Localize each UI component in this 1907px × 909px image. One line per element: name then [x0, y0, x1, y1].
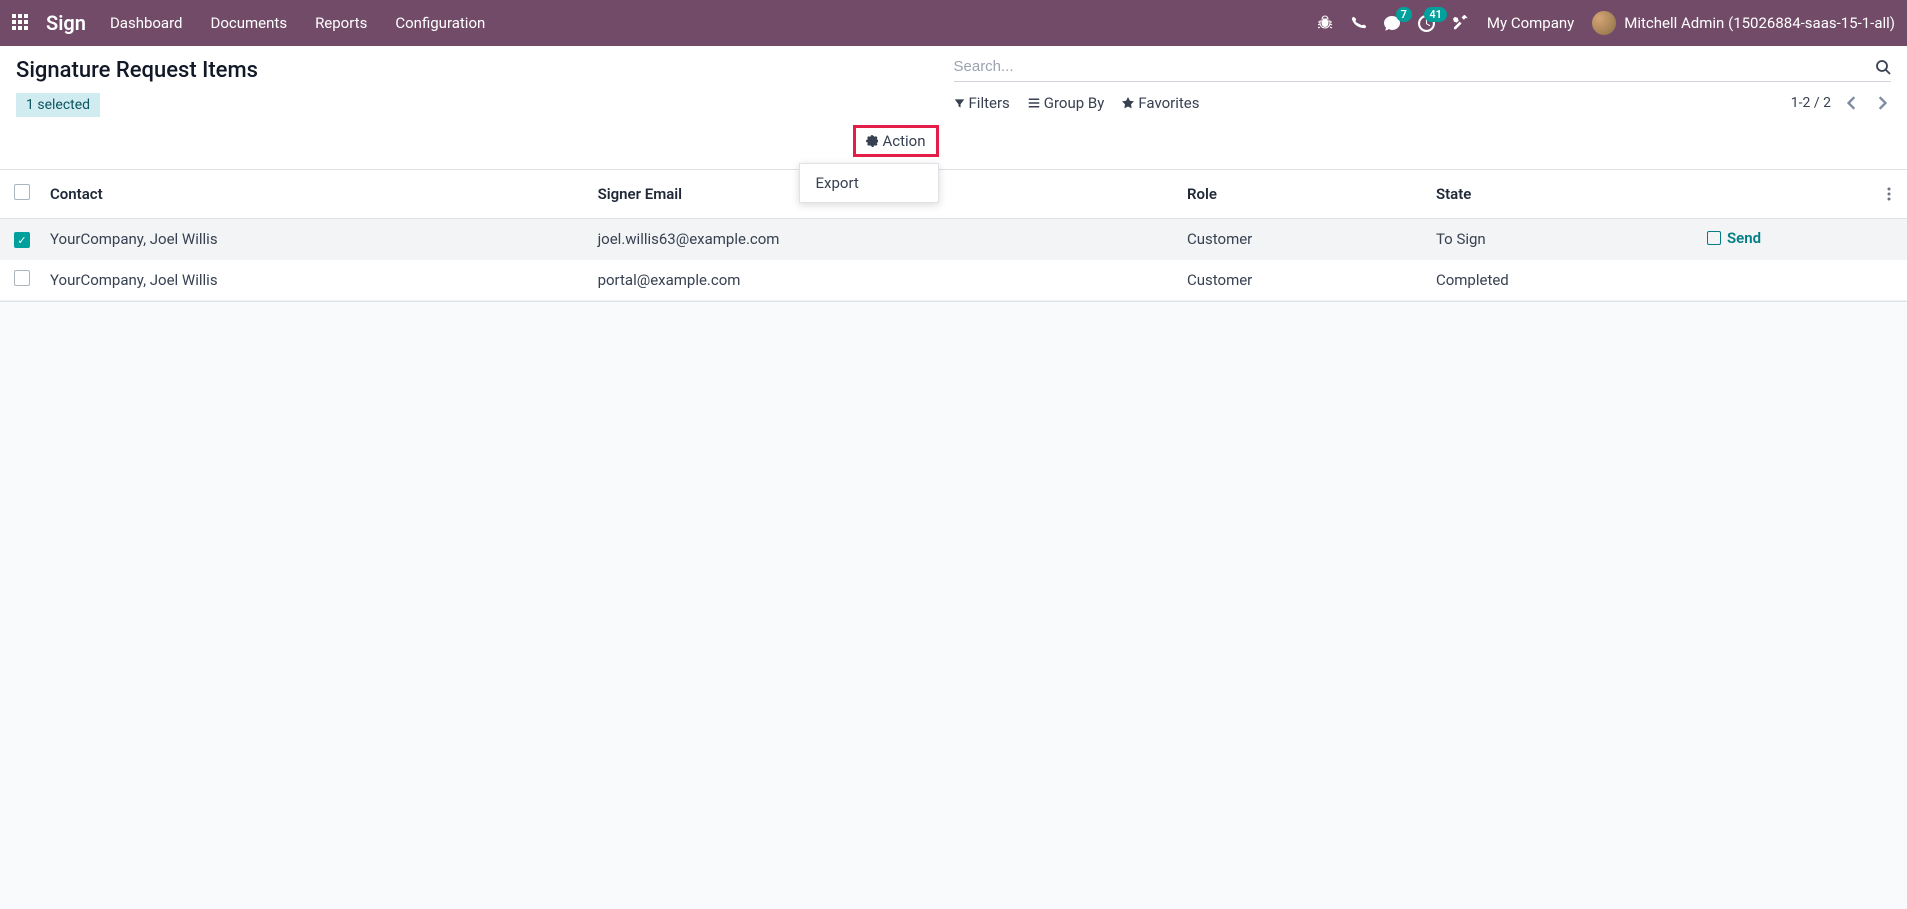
control-panel: Signature Request Items 1 selected Filte… — [0, 46, 1907, 170]
top-menu: Dashboard Documents Reports Configuratio… — [110, 14, 485, 32]
col-contact[interactable]: Contact — [40, 170, 588, 219]
send-label: Send — [1727, 229, 1761, 247]
cell-role: Customer — [1177, 219, 1426, 260]
cell-contact: YourCompany, Joel Willis — [40, 219, 588, 260]
favorites-button[interactable]: Favorites — [1122, 94, 1199, 112]
menu-dashboard[interactable]: Dashboard — [110, 14, 183, 32]
user-name: Mitchell Admin (15026884-saas-15-1-all) — [1624, 14, 1895, 32]
table-row[interactable]: YourCompany, Joel Willis portal@example.… — [0, 260, 1907, 301]
menu-configuration[interactable]: Configuration — [395, 14, 485, 32]
action-dropdown: Export — [799, 163, 939, 203]
user-menu[interactable]: Mitchell Admin (15026884-saas-15-1-all) — [1592, 11, 1895, 35]
cell-state: To Sign — [1426, 219, 1697, 260]
send-checkbox-icon — [1707, 231, 1721, 245]
phone-icon[interactable] — [1351, 16, 1366, 31]
col-state[interactable]: State — [1426, 170, 1697, 219]
cell-contact: YourCompany, Joel Willis — [40, 260, 588, 301]
groupby-button[interactable]: Group By — [1028, 94, 1105, 112]
action-button[interactable]: Action — [853, 125, 938, 157]
selection-count: 1 selected — [16, 93, 100, 117]
select-all-checkbox[interactable] — [14, 184, 30, 200]
page-title: Signature Request Items — [16, 58, 954, 83]
apps-icon[interactable] — [12, 14, 30, 32]
filters-label: Filters — [969, 94, 1010, 112]
tools-icon[interactable] — [1453, 15, 1469, 31]
messaging-icon[interactable]: 7 — [1384, 15, 1400, 31]
action-export[interactable]: Export — [800, 164, 938, 202]
col-role[interactable]: Role — [1177, 170, 1426, 219]
groupby-label: Group By — [1044, 94, 1105, 112]
activity-icon[interactable]: 41 — [1418, 15, 1435, 32]
pager-text: 1-2 / 2 — [1791, 95, 1831, 111]
top-nav: Sign Dashboard Documents Reports Configu… — [0, 0, 1907, 46]
filters-button[interactable]: Filters — [954, 94, 1010, 112]
action-label: Action — [882, 132, 925, 150]
cell-email: portal@example.com — [588, 260, 1177, 301]
menu-reports[interactable]: Reports — [315, 14, 367, 32]
cell-role: Customer — [1177, 260, 1426, 301]
search-bar — [954, 58, 1892, 82]
search-icon[interactable] — [1875, 59, 1891, 75]
avatar — [1592, 11, 1616, 35]
column-options[interactable] — [1887, 187, 1897, 201]
pager-prev[interactable] — [1843, 94, 1861, 112]
favorites-label: Favorites — [1138, 94, 1199, 112]
activity-badge: 41 — [1424, 7, 1447, 22]
bug-icon[interactable] — [1317, 15, 1333, 31]
send-button[interactable]: Send — [1707, 229, 1761, 247]
row-checkbox[interactable] — [14, 232, 30, 248]
app-brand[interactable]: Sign — [46, 11, 86, 35]
pager: 1-2 / 2 — [1791, 94, 1891, 112]
search-input[interactable] — [954, 58, 1876, 75]
menu-documents[interactable]: Documents — [211, 14, 288, 32]
list-view: Contact Signer Email Role State YourComp… — [0, 170, 1907, 302]
pager-next[interactable] — [1873, 94, 1891, 112]
cell-state: Completed — [1426, 260, 1697, 301]
company-switcher[interactable]: My Company — [1487, 14, 1574, 32]
table-row[interactable]: YourCompany, Joel Willis joel.willis63@e… — [0, 219, 1907, 260]
cell-email: joel.willis63@example.com — [588, 219, 1177, 260]
row-checkbox[interactable] — [14, 270, 30, 286]
gear-icon — [866, 135, 878, 147]
messaging-badge: 7 — [1396, 7, 1412, 22]
